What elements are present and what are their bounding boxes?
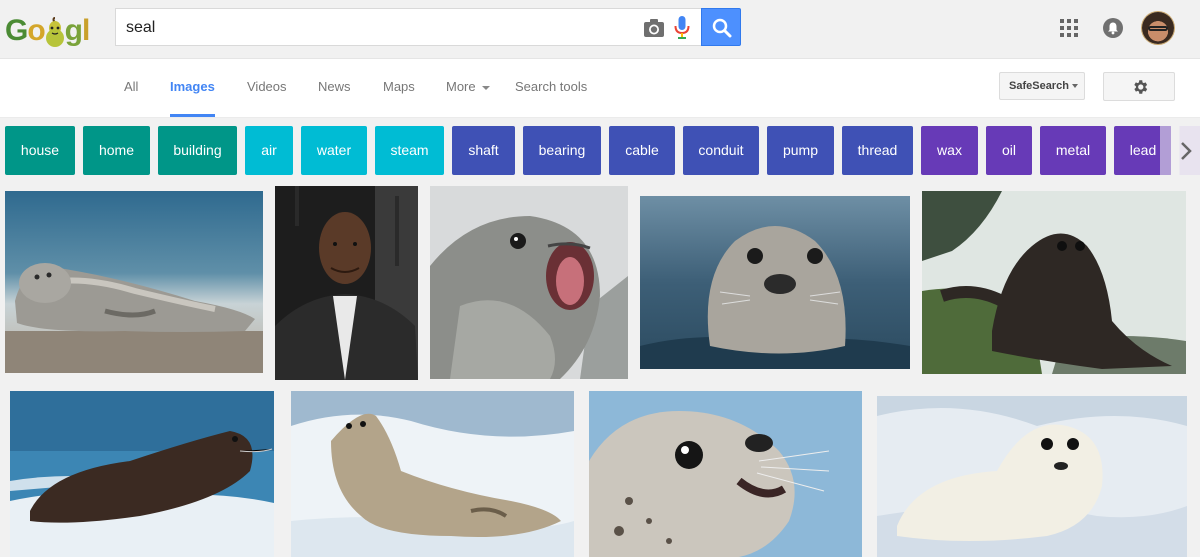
chip-label: bearing [538, 142, 586, 158]
chips-next-button[interactable] [1171, 126, 1200, 175]
image-result[interactable] [291, 391, 574, 557]
chip-pump[interactable]: pump [767, 126, 834, 175]
chip-thread[interactable]: thread [842, 126, 913, 175]
related-search-chips: house home building air water steam shaf… [0, 118, 1200, 183]
tab-maps[interactable]: Maps [383, 59, 415, 117]
seal-on-rock-image [922, 191, 1186, 374]
chip-cable[interactable]: cable [609, 126, 675, 175]
image-result[interactable] [877, 396, 1187, 557]
camera-icon[interactable] [643, 18, 665, 38]
tab-label: All [124, 79, 139, 94]
image-result[interactable] [640, 196, 910, 369]
google-doodle-logo[interactable]: Gogle [5, 11, 97, 87]
chip-label: conduit [698, 142, 744, 158]
image-result[interactable] [589, 391, 862, 557]
chip-label: wax [937, 142, 962, 158]
search-icon [712, 18, 732, 38]
image-result[interactable] [275, 186, 418, 380]
chip-air[interactable]: air [245, 126, 293, 175]
man-in-jacket-image [275, 186, 418, 380]
tab-label: Images [170, 79, 215, 94]
seal-on-beach-image [5, 191, 263, 373]
chip-steam[interactable]: steam [375, 126, 444, 175]
tab-images[interactable]: Images [170, 59, 215, 117]
chip-conduit[interactable]: conduit [683, 126, 759, 175]
chip-label: cable [625, 142, 659, 158]
chip-shaft[interactable]: shaft [452, 126, 515, 175]
chip-wax[interactable]: wax [921, 126, 978, 175]
top-bar: Gogle [0, 0, 1200, 87]
chevron-right-icon [1181, 142, 1192, 160]
search-tools-button[interactable]: Search tools [515, 59, 587, 117]
microphone-icon[interactable] [674, 16, 690, 40]
chip-label: building [173, 142, 222, 158]
seal-pup-open-mouth-image [430, 186, 628, 379]
search-input[interactable] [124, 15, 628, 41]
notifications-bell-icon[interactable] [1103, 18, 1123, 38]
chip-house[interactable]: house [5, 126, 75, 175]
tab-all[interactable]: All [124, 59, 138, 117]
chip-label: thread [857, 142, 898, 158]
gear-icon [1134, 80, 1148, 94]
chip-label: house [20, 142, 60, 158]
image-result[interactable] [10, 391, 274, 557]
chip-label: air [261, 142, 277, 158]
account-avatar[interactable] [1142, 12, 1174, 44]
chip-metal[interactable]: metal [1040, 126, 1106, 175]
tab-news[interactable]: News [318, 59, 351, 117]
chip-bearing[interactable]: bearing [523, 126, 601, 175]
image-result[interactable] [5, 191, 263, 373]
search-nav-tabs: All Images Videos News Maps More Search … [0, 59, 1200, 118]
search-box [115, 8, 703, 46]
pear-doodle-icon [45, 17, 64, 48]
white-seal-pup-image [877, 396, 1187, 557]
chip-label: home [98, 142, 135, 158]
seal-on-ice-image [10, 391, 274, 557]
image-result[interactable] [430, 186, 628, 379]
seal-in-water-image [640, 196, 910, 369]
chip-label: lead [1129, 142, 1157, 158]
harp-seal-on-snow-image [291, 391, 574, 557]
apps-grid-icon[interactable] [1060, 19, 1078, 37]
chip-label: pump [782, 142, 819, 158]
chip-home[interactable]: home [83, 126, 150, 175]
spotted-seal-closeup-image [589, 391, 862, 557]
chip-label: steam [390, 142, 429, 158]
image-result[interactable] [922, 191, 1186, 374]
chip-water[interactable]: water [301, 126, 367, 175]
safesearch-label: SafeSearch [1009, 80, 1069, 92]
tab-label: Videos [247, 79, 287, 94]
chip-label: water [316, 142, 352, 158]
tab-label: Search tools [515, 79, 588, 94]
search-button[interactable] [701, 8, 741, 46]
tab-more[interactable]: More [446, 59, 490, 117]
chip-label: shaft [468, 142, 499, 158]
chevron-down-icon [481, 85, 490, 90]
tab-label: More [446, 79, 476, 94]
chevron-down-icon [1071, 84, 1078, 89]
safesearch-dropdown[interactable]: SafeSearch [999, 72, 1085, 100]
chip-label: oil [1001, 142, 1016, 158]
chip-label: metal [1055, 142, 1091, 158]
settings-button[interactable] [1103, 72, 1175, 101]
tab-label: Maps [383, 79, 415, 94]
tab-videos[interactable]: Videos [247, 59, 287, 117]
tab-label: News [318, 79, 351, 94]
chip-oil[interactable]: oil [986, 126, 1032, 175]
chip-building[interactable]: building [158, 126, 237, 175]
